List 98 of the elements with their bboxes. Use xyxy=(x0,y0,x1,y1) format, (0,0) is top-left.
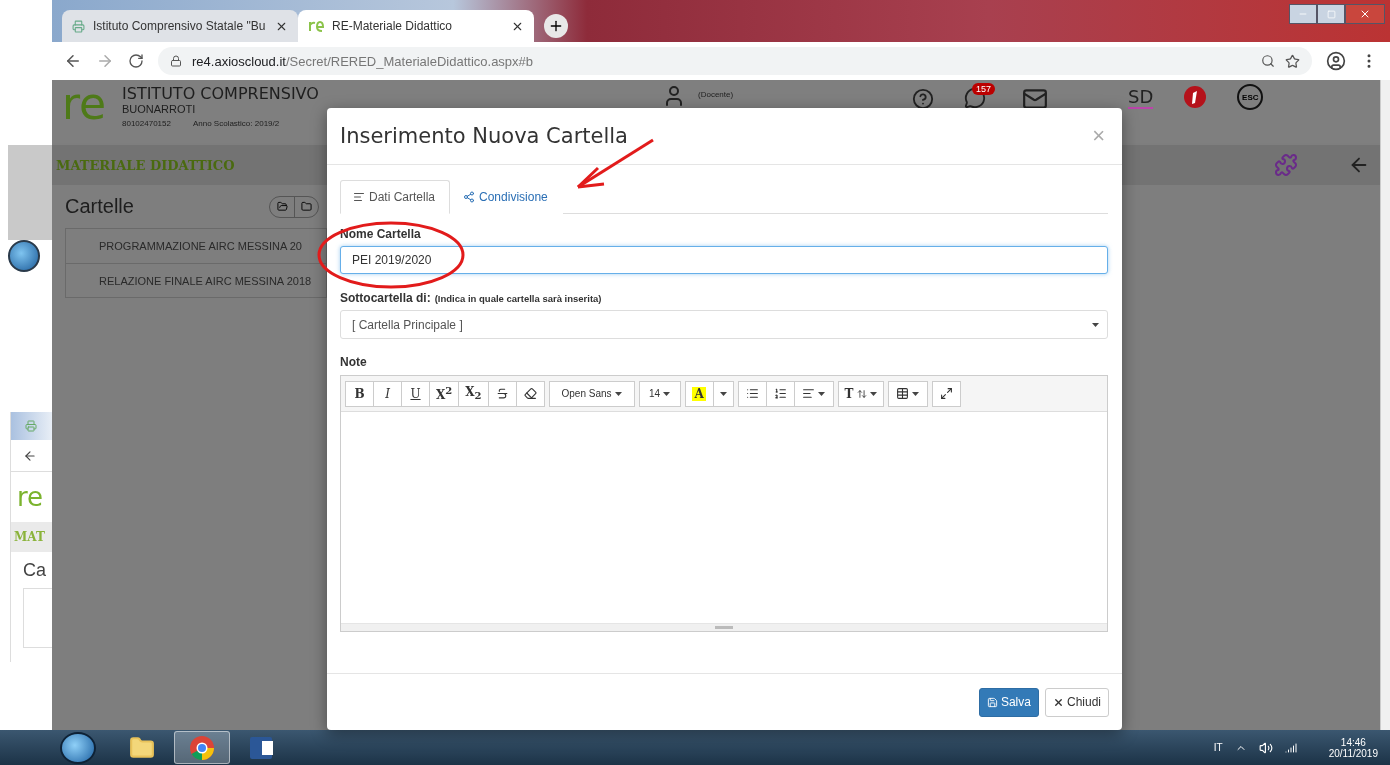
back-icon[interactable] xyxy=(64,52,82,70)
restore-button[interactable] xyxy=(1317,4,1345,24)
tab-title: Istituto Comprensivo Statale "Bu xyxy=(93,19,267,33)
school-year: Anno Scolastico: 2019/2 xyxy=(192,119,280,128)
school-code: 80102470152 xyxy=(122,119,171,128)
strikethrough-button[interactable] xyxy=(487,380,517,407)
folders-title: Cartelle xyxy=(65,195,134,218)
scrollbar[interactable] xyxy=(1380,80,1390,730)
reload-icon[interactable] xyxy=(128,53,144,69)
help-icon[interactable] xyxy=(912,88,934,110)
plus-icon xyxy=(548,18,564,34)
caret-icon xyxy=(818,391,826,396)
clock-time: 14:46 xyxy=(1340,736,1366,748)
page-title: Ca xyxy=(23,559,46,581)
search-icon[interactable] xyxy=(1261,54,1275,68)
url-text: re4.axioscloud.it/Secret/RERED_MaterialeDidattico.aspx#b xyxy=(192,53,534,69)
language-indicator[interactable]: IT xyxy=(1213,742,1223,753)
favicon-icon xyxy=(72,19,85,33)
close-icon xyxy=(1052,696,1064,708)
section-title: MAT xyxy=(14,530,45,544)
dialog-tab[interactable]: Dati Cartella xyxy=(340,180,451,214)
account-icon[interactable] xyxy=(1326,51,1346,71)
fullscreen-icon xyxy=(939,387,953,400)
folder-open-icon xyxy=(276,201,288,212)
field-hint: (Indica in quale cartella sarà inserita) xyxy=(434,293,602,304)
font-size-dropdown[interactable]: 14 xyxy=(638,380,681,407)
fullscreen-button[interactable] xyxy=(931,380,961,407)
field-label: Sottocartella di: xyxy=(340,291,431,305)
underline-button[interactable]: U xyxy=(401,380,430,407)
notification-badge: 157 xyxy=(972,83,996,95)
folder-item[interactable]: RELAZIONE FINALE AIRC MESSINA 2018 xyxy=(66,263,326,297)
folder-icon[interactable] xyxy=(129,734,155,761)
start-button[interactable] xyxy=(60,731,96,764)
clear-format-button[interactable] xyxy=(515,380,545,407)
table-icon xyxy=(896,387,909,400)
field-label: Note xyxy=(340,355,368,369)
color-dropdown-button[interactable] xyxy=(712,380,734,407)
minimize-button[interactable] xyxy=(1289,4,1317,24)
tab-title: RE-Materiale Didattico xyxy=(332,19,454,33)
close-icon xyxy=(1359,8,1371,20)
document-app-icon[interactable] xyxy=(249,734,275,761)
font-dropdown[interactable]: Open Sans xyxy=(548,380,635,407)
user-role: (Docente) xyxy=(698,90,734,99)
logo: re xyxy=(17,482,44,512)
tab-favicon-icon xyxy=(25,420,37,432)
save-icon xyxy=(986,696,998,708)
caret-icon xyxy=(1092,322,1099,327)
sd-logo[interactable]: SD xyxy=(1128,85,1154,109)
lock-icon xyxy=(170,55,182,67)
bullet-list-icon xyxy=(745,387,759,400)
star-icon[interactable] xyxy=(1285,53,1300,69)
folder-item[interactable]: PROGRAMMAZIONE AIRC MESSINA 20 xyxy=(66,229,326,263)
parent-folder-select[interactable]: [ Cartella Principale ] xyxy=(340,310,1108,339)
back-icon xyxy=(23,448,37,463)
numbered-list-icon xyxy=(773,387,787,400)
section-title: MATERIALE DIDATTICO xyxy=(56,157,235,173)
align-button[interactable] xyxy=(793,380,834,407)
caret-icon xyxy=(663,391,671,396)
folder-name-input[interactable]: PEI 2019/2020 xyxy=(340,246,1108,274)
save-button[interactable]: Salva xyxy=(978,687,1039,717)
browser-tab[interactable]: RE-Materiale Didattico xyxy=(298,10,534,42)
list-icon xyxy=(353,191,365,203)
line-height-button[interactable]: T xyxy=(837,380,884,407)
align-icon xyxy=(802,387,816,400)
favicon-icon xyxy=(308,20,324,32)
strikethrough-icon xyxy=(495,387,509,400)
browser-icon[interactable] xyxy=(189,734,215,761)
clock-date: 20/11/2019 xyxy=(1328,747,1378,759)
subscript-button[interactable]: X$_{2}$ xyxy=(458,380,489,407)
table-button[interactable] xyxy=(887,380,928,407)
close-dialog-button[interactable]: Chiudi xyxy=(1044,687,1109,717)
caret-icon xyxy=(719,391,727,396)
bold-button[interactable]: B xyxy=(345,380,374,407)
modal-title: Inserimento Nuova Cartella xyxy=(340,124,628,148)
caret-icon xyxy=(614,391,622,396)
speaker-icon[interactable] xyxy=(1258,740,1273,755)
info-logo-icon[interactable] xyxy=(1183,85,1208,109)
caret-icon xyxy=(869,391,877,396)
folder-icon xyxy=(301,201,312,212)
address-bar[interactable]: re4.axioscloud.it/Secret/RERED_MaterialeDidattico.aspx#b xyxy=(158,47,1312,75)
superscript-button[interactable]: X$^{2}$ xyxy=(429,380,460,407)
highlight-color-button[interactable]: A xyxy=(684,380,714,407)
restore-icon xyxy=(1326,9,1336,19)
numbered-list-button[interactable] xyxy=(765,380,795,407)
italic-button[interactable]: I xyxy=(373,380,402,407)
esc-logo[interactable]: ESC xyxy=(1237,84,1264,110)
bullet-list-button[interactable] xyxy=(737,380,767,407)
logo: re xyxy=(62,84,108,124)
grip-icon xyxy=(715,626,733,629)
new-tab-button[interactable] xyxy=(544,14,568,38)
share-icon xyxy=(463,191,476,203)
up-down-arrow-icon xyxy=(856,388,867,399)
eraser-icon xyxy=(523,387,537,400)
start-orb-icon xyxy=(8,240,40,272)
school-title: ISTITUTO COMPRENSIVO xyxy=(122,84,320,103)
browser-tab[interactable]: Istituto Comprensivo Statale "Bu xyxy=(62,10,298,42)
school-name: BUONARROTI xyxy=(122,103,197,115)
caret-icon xyxy=(912,391,919,396)
